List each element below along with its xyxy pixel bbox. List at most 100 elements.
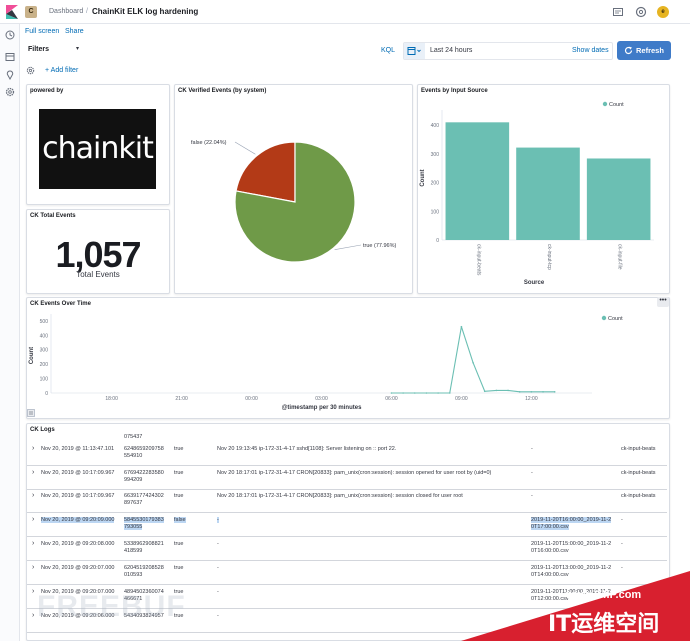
filters-button[interactable]: Filters (28, 46, 49, 53)
highlighted-text: - (217, 517, 219, 523)
kibana-logo-icon[interactable] (6, 5, 18, 19)
share-link[interactable]: Share (65, 28, 84, 35)
refresh-button[interactable]: Refresh (617, 41, 671, 60)
page-title: ChainKit ELK log hardening (92, 7, 199, 16)
y-tick-label: 500 (40, 319, 49, 325)
table-row[interactable]: › Nov 20, 2019 @ 09:20:09.000 584553017938… (27, 514, 667, 537)
cell-message: - (217, 613, 219, 619)
bar (445, 122, 510, 240)
x-tick-label: 21:00 (175, 396, 188, 402)
expand-row-icon[interactable]: › (32, 564, 34, 571)
legend-swatch (602, 101, 608, 107)
table-row[interactable]: › Nov 20, 2019 @ 09:20:08.000 533896290882… (27, 538, 667, 561)
cell-timestamp: Nov 20, 2019 @ 09:20:09.000 (41, 517, 115, 524)
line-chart: 0 100 200 300 400 500 18:00 21:00 00:00 03:00 06:0… (29, 314, 623, 411)
legend-toggle-icon[interactable] (27, 409, 35, 417)
help-icon[interactable] (635, 6, 647, 18)
cell-timestamp: Nov 20, 2019 @ 10:17:09.967 (41, 493, 115, 499)
cell-timestamp: Nov 20, 2019 @ 10:17:09.967 (41, 470, 115, 476)
log-partial-id: 075437 (124, 434, 143, 440)
x-axis-title: @timestamp per 30 minutes (282, 405, 363, 411)
expand-row-icon[interactable]: › (32, 588, 34, 595)
kql-toggle[interactable]: KQL (381, 47, 395, 54)
newsfeed-icon[interactable] (612, 6, 624, 18)
data-point (530, 391, 533, 393)
panel-title: powered by (30, 88, 64, 94)
cell-file: - (531, 446, 533, 452)
expand-row-icon[interactable]: › (32, 516, 34, 523)
cell-id: 6639177424302 897637 (124, 493, 164, 507)
chevron-down-icon[interactable]: ▾ (76, 45, 79, 52)
watermark-url: www.94IP.com (566, 589, 642, 601)
expand-row-icon[interactable]: › (32, 540, 34, 547)
cell-file: - (531, 470, 533, 476)
expand-row-icon[interactable]: › (32, 445, 34, 452)
expand-row-icon[interactable]: › (32, 492, 34, 499)
y-tick-label: 400 (40, 333, 49, 339)
expand-row-icon[interactable]: › (32, 469, 34, 476)
x-tick-label: ck-input-file (617, 244, 623, 270)
x-tick-label: 09:00 (455, 396, 468, 402)
refresh-label: Refresh (636, 46, 664, 55)
cell-id: 5338962908821 418599 (124, 541, 164, 555)
clock-icon[interactable] (5, 30, 15, 40)
y-tick-label: 200 (40, 362, 49, 368)
maps-icon[interactable] (5, 70, 15, 80)
data-point (495, 389, 498, 392)
add-filter-link[interactable]: + Add filter (45, 67, 78, 74)
x-tick-label: 18:00 (105, 396, 118, 402)
table-row[interactable]: › Nov 20, 2019 @ 11:13:47.101 624865920975… (27, 443, 667, 466)
cell-verified: false (174, 517, 186, 524)
highlighted-text: 2019-11-20T16:00:00_2019-11-2 0T17:00:00… (531, 517, 612, 531)
cell-file: 2019-11-20T15:00:00_2019-11-2 0T16:00:00… (531, 541, 612, 555)
y-tick-label: 400 (431, 123, 440, 129)
query-input[interactable] (84, 42, 417, 60)
expand-row-icon[interactable]: › (32, 612, 34, 619)
user-avatar[interactable]: e (657, 6, 669, 18)
cell-id: 6769422283580 994209 (124, 470, 164, 484)
cell-source: ck-input-beats (621, 446, 656, 452)
dashboard-icon[interactable] (5, 52, 15, 62)
pie-leader-line (334, 244, 362, 251)
show-dates-link[interactable]: Show dates (572, 47, 609, 54)
filter-settings-icon[interactable] (26, 66, 35, 75)
data-point (402, 392, 404, 394)
pie-chart: false (22.04%) true (77.96%) (191, 140, 396, 263)
cell-source: ck-input-beats (621, 470, 656, 476)
table-row[interactable]: › Nov 20, 2019 @ 10:17:09.967 663917742430… (27, 490, 667, 513)
cell-file: - (531, 493, 533, 499)
cell-verified: true (174, 493, 184, 499)
bar (586, 158, 651, 240)
data-point (448, 392, 451, 394)
table-row[interactable]: › Nov 20, 2019 @ 10:17:09.967 676942228358… (27, 467, 667, 490)
cell-message: Nov 20 18:17:01 ip-172-31-4-17 CRON[2083… (217, 493, 463, 499)
data-point (518, 391, 521, 393)
cell-source: ck-input-beats (621, 493, 656, 499)
watermark-faded: FREEBUF (37, 590, 186, 623)
y-axis-title: Count (420, 169, 426, 186)
full-screen-link[interactable]: Full screen (25, 28, 59, 35)
cell-message: - (217, 565, 219, 571)
cell-verified: true (174, 446, 184, 452)
cell-id: 5845530179383 793055 (124, 517, 164, 532)
panel-options-button[interactable]: ••• (657, 297, 669, 307)
data-point (460, 325, 463, 328)
data-point (390, 392, 393, 394)
data-point (553, 391, 556, 393)
breadcrumb-dashboard[interactable]: Dashboard (49, 8, 83, 15)
date-range-text[interactable]: Last 24 hours (430, 47, 472, 54)
panel-verified-events: CK Verified Events (by system) false (22… (174, 84, 413, 294)
y-tick-label: 300 (431, 152, 440, 158)
panel-events-over-time: CK Events Over Time 0 100 200 300 400 500 18:0… (26, 297, 670, 419)
refresh-icon (624, 46, 633, 55)
x-tick-label: 03:00 (315, 396, 328, 402)
panel-title: CK Total Events (30, 213, 76, 219)
data-point (542, 391, 544, 393)
space-badge[interactable]: C (25, 6, 37, 18)
legend-label: Count (608, 316, 623, 322)
panel-input-source: Events by Input Source 0 100 200 300 400 ck-i… (417, 84, 670, 294)
x-tick-label: 00:00 (245, 396, 258, 402)
quick-menu-button[interactable] (404, 43, 425, 59)
pie-leader-line (234, 141, 256, 155)
settings-icon[interactable] (5, 87, 15, 97)
